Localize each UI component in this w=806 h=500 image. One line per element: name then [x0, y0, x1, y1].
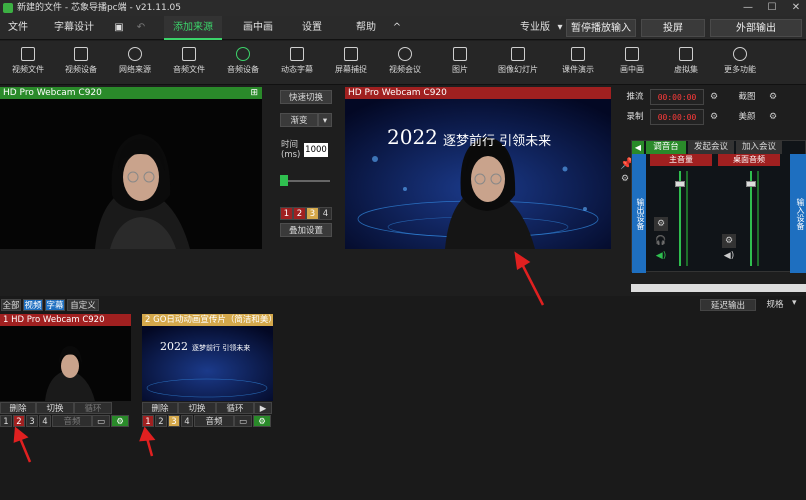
annotation-arrow	[514, 251, 545, 306]
annotation-arrows	[13, 251, 545, 463]
annotation-arrow	[139, 426, 156, 457]
annotation-arrow	[13, 426, 32, 463]
